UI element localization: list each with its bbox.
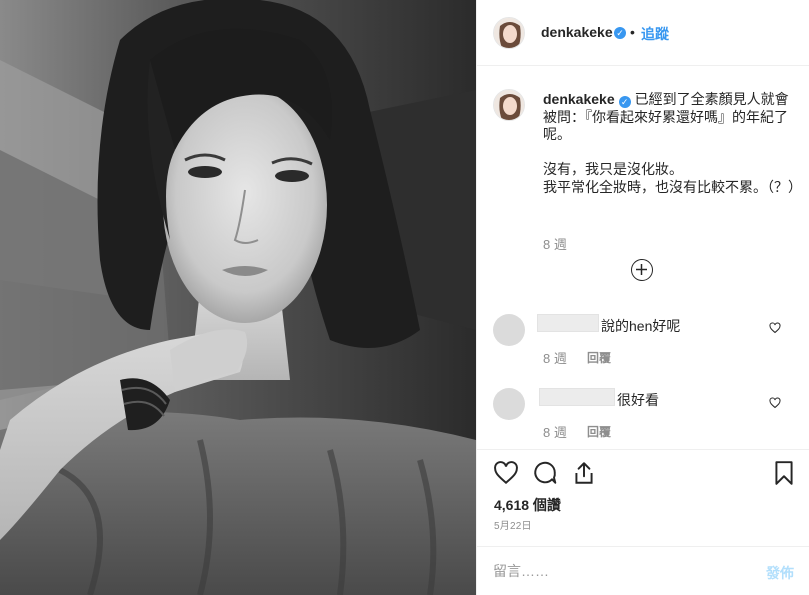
comment-avatar[interactable] [493,388,525,420]
action-bar [477,449,809,485]
reply-button[interactable]: 回覆 [587,349,611,366]
comment-username-redacted[interactable] [537,314,599,332]
comment-avatar[interactable] [493,314,525,346]
header-separator: • [630,24,635,40]
comment-input[interactable] [493,561,743,581]
reply-button[interactable]: 回覆 [587,423,611,440]
caption: denkakeke ✓ 已經到了全素顏見人就會被問：『你看起來好累還好嗎』的年紀了呢… [543,91,802,196]
caption-time[interactable]: 8 週 [543,234,567,253]
header-username[interactable]: denkakeke [541,24,613,40]
bookmark-icon[interactable] [771,460,797,486]
verified-badge-icon: ✓ [614,27,626,39]
post-date[interactable]: 5月22日 [494,517,532,532]
comment-bar: 發佈 [477,546,809,595]
share-icon[interactable] [571,460,597,486]
post-panel: denkakeke ✓ • 追蹤 denkakeke ✓ 已經到了全素顏見人就會被問… [476,0,809,595]
follow-button[interactable]: 追蹤 [641,24,669,44]
post-comment-button[interactable]: 發佈 [766,563,794,583]
verified-badge-icon: ✓ [618,96,631,108]
comment-time[interactable]: 8 週 [543,422,567,441]
comment-like-heart-icon[interactable] [769,322,781,334]
load-more-comments-button[interactable] [631,259,653,281]
plus-circle-icon [636,264,647,275]
like-count[interactable]: 4,618 個讚 [494,495,561,515]
selfie-image [0,0,476,595]
heart-icon[interactable] [493,460,519,486]
post-photo[interactable] [0,0,476,595]
comment-icon[interactable] [532,460,558,486]
comment-like-heart-icon[interactable] [769,397,781,409]
comment-username-redacted[interactable] [539,388,615,406]
comment-time[interactable]: 8 週 [543,348,567,367]
caption-username[interactable]: denkakeke [543,91,615,107]
post-header: denkakeke ✓ • 追蹤 [477,0,809,66]
comment-text: 很好看 [617,392,659,408]
avatar[interactable] [493,17,525,49]
comment-text: 說的hen好呢 [601,318,681,334]
caption-avatar[interactable] [493,89,525,121]
